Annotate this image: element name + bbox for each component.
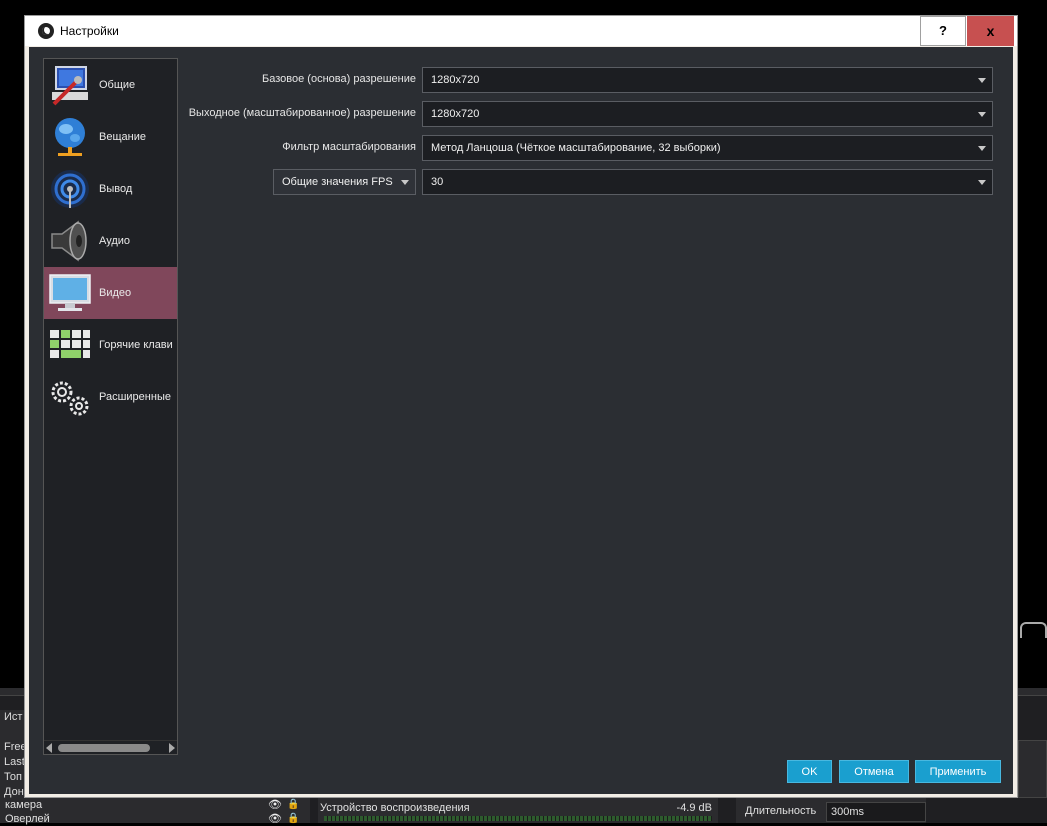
base-resolution-label: Базовое (основа) разрешение bbox=[262, 73, 416, 85]
background-panel-label: Ист bbox=[4, 711, 23, 723]
sidebar-item-label: Видео bbox=[99, 287, 132, 299]
speaker-icon bbox=[51, 220, 87, 262]
fps-type-select[interactable]: Общие значения FPS bbox=[273, 169, 416, 195]
sidebar-item-audio[interactable]: Аудио bbox=[44, 215, 177, 267]
sidebar-item-label: Горячие клави bbox=[99, 339, 173, 351]
scale-filter-label: Фильтр масштабирования bbox=[282, 141, 416, 153]
settings-sidebar: Общие Вещание Вывод Аудио Видео Горячие … bbox=[43, 58, 178, 755]
sidebar-item-label: Аудио bbox=[99, 235, 131, 247]
close-button[interactable]: x bbox=[967, 16, 1014, 46]
help-button[interactable]: ? bbox=[920, 16, 966, 46]
eye-icon[interactable]: 👁 bbox=[268, 798, 282, 812]
sidebar-item-output[interactable]: Вывод bbox=[44, 163, 177, 215]
chevron-down-icon bbox=[978, 146, 986, 151]
obs-logo-icon bbox=[38, 23, 54, 39]
chevron-down-icon bbox=[978, 78, 986, 83]
scroll-right-icon[interactable] bbox=[169, 743, 175, 753]
background-audio-mixer: Устройство воспроизведения -4.9 dB bbox=[318, 798, 718, 823]
sidebar-item-label: Вещание bbox=[99, 131, 146, 143]
monitor-icon bbox=[49, 274, 91, 311]
apply-button[interactable]: Применить bbox=[915, 760, 1001, 783]
sidebar-item-stream[interactable]: Вещание bbox=[44, 111, 177, 163]
sidebar-item-label: Общие bbox=[99, 79, 136, 91]
background-source-list: камера 👁 🔒 Оверлей 👁 🔒 bbox=[0, 798, 310, 826]
base-resolution-value: 1280x720 bbox=[431, 74, 480, 86]
scale-filter-select[interactable]: Метод Ланцоша (Чёткое масштабирование, 3… bbox=[422, 135, 993, 161]
background-fragment bbox=[1018, 740, 1047, 798]
source-name: Оверлей bbox=[5, 813, 50, 825]
sidebar-item-general[interactable]: Общие bbox=[44, 59, 177, 111]
general-icon bbox=[52, 66, 88, 106]
ok-button[interactable]: OK bbox=[787, 760, 832, 783]
lock-icon[interactable]: 🔒 bbox=[287, 798, 299, 812]
list-item[interactable]: Last bbox=[0, 755, 24, 770]
scale-filter-value: Метод Ланцоша (Чёткое масштабирование, 3… bbox=[431, 142, 721, 154]
gears-icon bbox=[51, 381, 89, 416]
output-signal-icon bbox=[51, 170, 89, 208]
globe-icon bbox=[55, 118, 85, 156]
output-resolution-label: Выходное (масштабированное) разрешение bbox=[188, 107, 416, 119]
fps-value-select[interactable]: 30 bbox=[422, 169, 993, 195]
settings-dialog: Настройки ? x Общие Вещание Вывод Аудио … bbox=[24, 15, 1018, 798]
keyboard-icon bbox=[50, 330, 90, 358]
output-resolution-value: 1280x720 bbox=[431, 108, 480, 120]
sidebar-item-label: Расширенные bbox=[99, 391, 171, 403]
sidebar-item-hotkeys[interactable]: Горячие клави bbox=[44, 319, 177, 371]
fps-type-value: Общие значения FPS bbox=[282, 176, 393, 188]
list-item[interactable]: Оверлей 👁 🔒 bbox=[0, 812, 310, 826]
title-bar[interactable]: Настройки ? x bbox=[25, 16, 1017, 46]
sidebar-horizontal-scrollbar[interactable] bbox=[44, 740, 177, 754]
mixer-db-value: -4.9 dB bbox=[676, 802, 712, 814]
chevron-down-icon bbox=[978, 180, 986, 185]
list-item[interactable]: камера 👁 🔒 bbox=[0, 798, 310, 812]
fps-value: 30 bbox=[431, 176, 444, 188]
mixer-channel-label: Устройство воспроизведения bbox=[320, 802, 470, 814]
sidebar-item-label: Вывод bbox=[99, 183, 133, 195]
eye-icon[interactable]: 👁 bbox=[268, 812, 282, 826]
source-name: камера bbox=[5, 799, 43, 811]
scrollbar-thumb[interactable] bbox=[58, 744, 150, 752]
lock-icon[interactable]: 🔒 bbox=[287, 812, 299, 826]
volume-meter bbox=[324, 816, 712, 821]
base-resolution-select[interactable]: 1280x720 bbox=[422, 67, 993, 93]
background-transitions: Длительность 300ms bbox=[736, 798, 926, 823]
chevron-down-icon bbox=[978, 112, 986, 117]
scroll-left-icon[interactable] bbox=[46, 743, 52, 753]
chevron-down-icon bbox=[401, 180, 409, 185]
duration-label: Длительность bbox=[745, 805, 817, 817]
window-title: Настройки bbox=[60, 24, 119, 38]
cancel-button[interactable]: Отмена bbox=[839, 760, 909, 783]
sidebar-item-video[interactable]: Видео bbox=[44, 267, 177, 319]
list-item[interactable]: Free bbox=[0, 740, 24, 755]
list-item[interactable]: Топ bbox=[0, 770, 24, 785]
settings-content: Общие Вещание Вывод Аудио Видео Горячие … bbox=[29, 47, 1013, 794]
sidebar-item-advanced[interactable]: Расширенные bbox=[44, 371, 177, 423]
background-fragment bbox=[1020, 622, 1047, 638]
output-resolution-select[interactable]: 1280x720 bbox=[422, 101, 993, 127]
duration-input[interactable]: 300ms bbox=[826, 802, 926, 822]
